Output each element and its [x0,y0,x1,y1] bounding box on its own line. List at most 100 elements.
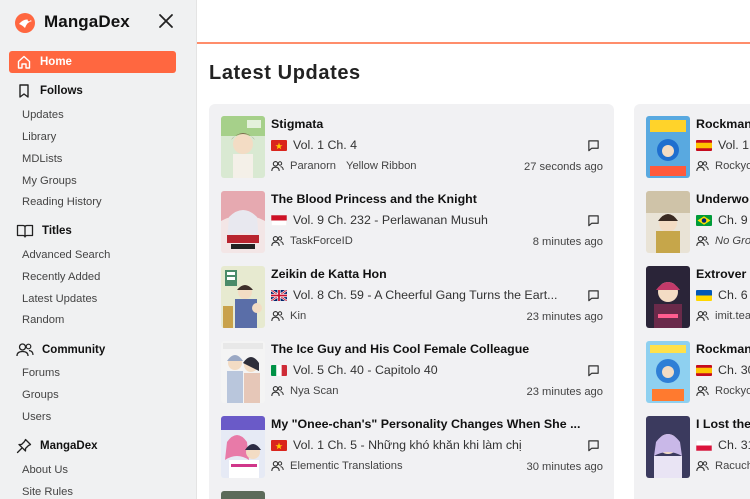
section-community: Community [16,340,105,360]
brand[interactable]: MangaDex [12,8,130,36]
group-info: Paranorn Yellow Ribbon [271,160,417,172]
sidebar-item-users[interactable]: Users [22,409,51,425]
sidebar-item-random[interactable]: Random [22,312,64,328]
sidebar-item-advanced-search[interactable]: Advanced Search [22,247,110,263]
chapter-link[interactable]: Ch. 9 [696,213,748,227]
section-label: Titles [42,225,72,237]
update-entry[interactable]: The Blood Princess and the Knight Vol. 9… [221,191,603,255]
flag-uk-icon [271,289,287,301]
sidebar-item-groups[interactable]: Groups [22,387,59,403]
manga-title[interactable]: Rockman [696,342,750,356]
cover-image[interactable] [221,116,265,178]
group-name[interactable]: Rockyo [715,160,750,172]
manga-title[interactable]: My "Onee-chan's" Personality Changes Whe… [271,417,580,431]
user-group-icon [696,461,709,472]
cover-image[interactable] [221,416,265,478]
sidebar-item-updates[interactable]: Updates [22,107,64,123]
group-name[interactable]: imit.tea [715,310,750,322]
group-name[interactable]: Yellow Ribbon [346,160,417,172]
sidebar-item-library[interactable]: Library [22,129,56,145]
section-mangadex: MangaDex [16,436,98,456]
group-name[interactable]: Racuch [715,460,750,472]
sidebar-item-latest-updates[interactable]: Latest Updates [22,291,97,307]
group-name[interactable]: TaskForceID [290,235,353,247]
sidebar-item-recently-added[interactable]: Recently Added [22,269,100,285]
user-group-icon [271,161,284,172]
manga-title[interactable]: The Ice Guy and His Cool Female Colleagu… [271,342,529,356]
group-name[interactable]: Elementic Translations [290,460,403,472]
chapter-label: Vol. 9 Ch. 232 - Perlawanan Musuh [293,213,488,227]
update-entry[interactable]: I Lost the Ch. 31 Racuch [646,416,750,480]
update-entry[interactable]: Extrover Ch. 6 imit.tea [646,266,750,330]
group-name[interactable]: No Gro [715,235,750,247]
sidebar-item-about-us[interactable]: About Us [22,462,68,478]
cover-image[interactable] [646,191,690,253]
mangadex-logo [15,13,35,33]
cover-image[interactable] [221,341,265,403]
manga-title[interactable]: Zeikin de Katta Hon [271,267,387,281]
update-entry[interactable]: Rockman Ch. 30 Rockyo [646,341,750,405]
cover-image[interactable] [221,491,265,499]
update-entry[interactable]: Stigmata Vol. 1 Ch. 4 Paranorn Yellow Ri… [221,116,603,180]
update-entry[interactable]: Zeikin de Katta Hon Vol. 8 Ch. 59 - A Ch… [221,266,603,330]
group-name[interactable]: Kin [290,310,306,322]
cover-image[interactable] [221,191,265,253]
update-entry[interactable]: The Ice Guy and His Cool Female Colleagu… [221,341,603,405]
group-name[interactable]: Paranorn [290,160,336,172]
flag-poland-icon [696,439,712,451]
cover-image[interactable] [221,266,265,328]
users-icon [16,343,34,357]
sidebar-item-home[interactable]: Home [9,51,176,73]
chapter-link[interactable]: Vol. 8 Ch. 59 - A Cheerful Gang Turns th… [271,288,557,302]
chapter-label: Vol. 8 Ch. 59 - A Cheerful Gang Turns th… [293,288,558,302]
chapter-link[interactable]: Vol. 9 Ch. 232 - Perlawanan Musuh [271,213,488,227]
group-name[interactable]: Rockyo [715,385,750,397]
flag-italy-icon [271,364,287,376]
comment-icon[interactable] [587,214,600,227]
update-entry[interactable]: Underwo Ch. 9 No Gro [646,191,750,255]
manga-title[interactable]: I Lost the [696,417,750,431]
sidebar-item-forums[interactable]: Forums [22,365,60,381]
manga-title[interactable]: Stigmata [271,117,323,131]
cover-image[interactable] [646,341,690,403]
close-icon[interactable] [156,11,176,31]
chapter-link[interactable]: Ch. 30 [696,363,750,377]
sidebar-item-my-groups[interactable]: My Groups [22,173,77,189]
user-group-icon [271,386,284,397]
manga-title[interactable]: The Blood Princess and the Knight [271,192,477,206]
sidebar-item-site-rules[interactable]: Site Rules [22,484,73,499]
updates-column: Rockman Vol. 1 Rockyo Underwo Ch. 9 No G… [634,104,750,499]
book-icon [16,224,34,238]
sidebar-item-reading-history[interactable]: Reading History [22,194,102,210]
chapter-link[interactable]: Vol. 1 [696,138,749,152]
cover-image[interactable] [646,416,690,478]
manga-title[interactable]: Extrover [696,267,746,281]
chapter-link[interactable]: Ch. 31 [696,438,750,452]
manga-title[interactable]: Underwo [696,192,749,206]
cover-image[interactable] [646,116,690,178]
group-info: Kin [271,310,306,322]
comment-icon[interactable] [587,364,600,377]
home-icon [17,55,31,69]
manga-title[interactable]: Rockman [696,117,750,131]
group-name[interactable]: Nya Scan [290,385,339,397]
chapter-label: Ch. 30 [718,363,750,377]
group-info: Elementic Translations [271,460,403,472]
section-titles: Titles [16,221,72,241]
flag-ukraine-icon [696,289,712,301]
cover-image[interactable] [646,266,690,328]
comment-icon[interactable] [587,289,600,302]
chapter-link[interactable]: Vol. 1 Ch. 5 - Những khó khăn khi làm ch… [271,438,522,452]
chapter-link[interactable]: Ch. 6 [696,288,748,302]
group-info: Nya Scan [271,385,339,397]
user-group-icon [696,311,709,322]
update-entry[interactable]: Rockman Vol. 1 Rockyo [646,116,750,180]
chapter-link[interactable]: Vol. 5 Ch. 40 - Capitolo 40 [271,363,438,377]
chapter-label: Vol. 1 Ch. 4 [293,138,358,152]
sidebar-item-mdlists[interactable]: MDLists [22,151,62,167]
timestamp: 23 minutes ago [526,386,604,398]
chapter-link[interactable]: Vol. 1 Ch. 4 [271,138,357,152]
comment-icon[interactable] [587,439,600,452]
update-entry[interactable]: My "Onee-chan's" Personality Changes Whe… [221,416,603,480]
comment-icon[interactable] [587,139,600,152]
